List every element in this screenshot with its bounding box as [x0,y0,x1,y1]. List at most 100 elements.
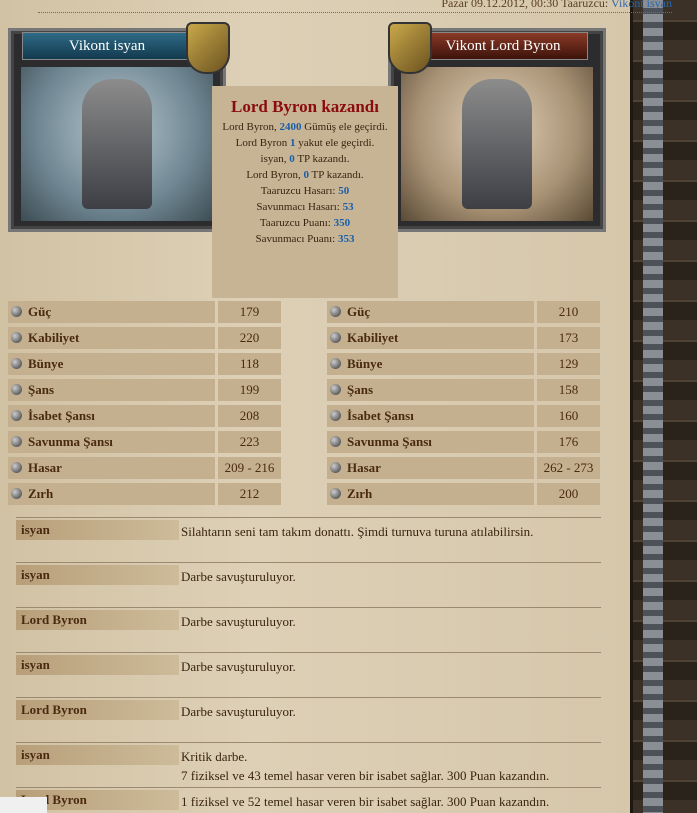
winner-title: Lord Byron kazandı [230,97,379,116]
stat-bullet-icon [330,462,341,473]
log-text: Darbe savuşturuluyor. [181,612,296,631]
log-actor: isyan [16,745,179,765]
left-fighter-name[interactable]: Vikont isyan [22,32,192,60]
text: Taaruzcu Puanı: [259,217,334,229]
log-actor: isyan [16,520,179,540]
text: Savunmacı Puanı: [255,233,338,245]
text: Silahtarın seni tam takım donattı. Şimdi… [181,524,534,539]
left-stat-label: Hasar [8,457,215,479]
stat-bullet-icon [11,332,22,343]
stat-bullet-icon [330,410,341,421]
text: Bünye [28,356,64,371]
text: Savunma Şansı [28,434,113,449]
log-entry: Lord Byron Darbe savuşturuluyor. [16,697,601,720]
left-stat-value: 212 [218,483,281,505]
text: 353 [338,233,355,245]
log-actor: isyan [16,565,179,585]
left-stat-label: Güç [8,301,215,323]
log-text: Darbe savuşturuluyor. [181,567,296,586]
left-stat-label: Kabiliyet [8,327,215,349]
text: Kritik darbe. [181,749,248,764]
left-stat-value: 209 - 216 [218,457,281,479]
text: Savunmacı Hasarı: [256,201,343,213]
text: Zırh [347,486,373,501]
log-text: Kritik darbe. 7 fiziksel ve 43 temel hasa… [181,747,549,785]
log-entry: Lord Byron Darbe savuşturuluyor. [16,607,601,630]
report-header: Pazar 09.12.2012, 00:30 Taaruzcu: Vikont… [38,0,672,13]
text: TP kazandı. [294,153,350,165]
right-stat-value: 176 [537,431,600,453]
log-entry: isyan Kritik darbe. 7 fiziksel ve 43 temel… [16,742,601,783]
text: İsabet Şansı [28,408,95,423]
stat-bullet-icon [330,488,341,499]
text: isyan, [260,153,290,165]
log-actor: Lord Byron [16,610,179,630]
text: İsabet Şansı [347,408,414,423]
left-stat-value: 118 [218,353,281,375]
text: Şans [347,382,374,397]
log-text: Darbe savuşturuluyor. [181,657,296,676]
stat-bullet-icon [330,332,341,343]
log-actor: isyan [16,655,179,675]
text: Bünye [347,356,383,371]
right-stat-value: 210 [537,301,600,323]
text: Darbe savuşturuluyor. [181,659,296,674]
stat-bullet-icon [330,306,341,317]
stat-bullet-icon [11,306,22,317]
log-entry: isyan Darbe savuşturuluyor. [16,562,601,585]
left-stat-label: Zırh [8,483,215,505]
left-stat-value: 220 [218,327,281,349]
attacker-link[interactable]: Vikont isyan [611,0,672,10]
left-stat-value: 208 [218,405,281,427]
right-stat-label: Hasar [327,457,534,479]
right-stat-label: Şans [327,379,534,401]
right-stat-value: 160 [537,405,600,427]
text: Zırh [28,486,54,501]
text: Darbe savuşturuluyor. [181,569,296,584]
stat-bullet-icon [11,384,22,395]
log-text: Darbe savuşturuluyor. [181,702,296,721]
text: Güç [347,304,371,319]
left-stat-label: Şans [8,379,215,401]
overlay-corner [0,797,47,813]
text: Şans [28,382,55,397]
left-stat-value: 179 [218,301,281,323]
text: Güç [28,304,52,319]
log-text: 1 fiziksel ve 52 temel hasar veren bir i… [181,792,549,811]
text: 53 [342,201,354,213]
log-entry: Lord Byron 1 fiziksel ve 52 temel hasar v… [16,787,601,810]
right-stat-label: Güç [327,301,534,323]
text: 350 [333,217,351,229]
text: Lord Byron [235,137,291,149]
right-stat-label: Bünye [327,353,534,375]
attacker-shield-icon [186,22,230,74]
stat-bullet-icon [11,488,22,499]
text: Taaruzcu Hasarı: [260,185,339,197]
left-stat-label: İsabet Şansı [8,405,215,427]
report-date: Pazar 09.12.2012, 00:30 [441,0,559,10]
right-stat-label: Savunma Şansı [327,431,534,453]
stat-bullet-icon [11,462,22,473]
left-stat-value: 223 [218,431,281,453]
text: 7 fiziksel ve 43 temel hasar veren bir i… [181,768,550,783]
text: 1 fiziksel ve 52 temel hasar veren bir i… [181,794,550,809]
text: Kabiliyet [347,330,399,345]
stat-bullet-icon [330,358,341,369]
stat-bullet-icon [11,410,22,421]
defender-shield-icon [388,22,432,74]
right-stat-label: İsabet Şansı [327,405,534,427]
text: 2400 [279,121,302,133]
text: Kabiliyet [28,330,80,345]
right-stat-value: 158 [537,379,600,401]
right-fighter-name[interactable]: Vikont Lord Byron [418,32,588,60]
text: 50 [338,185,350,197]
text: Lord Byron, [246,169,304,181]
knight-image [462,79,532,209]
right-stat-label: Zırh [327,483,534,505]
right-stat-label: Kabiliyet [327,327,534,349]
stone-border [630,0,697,813]
log-entry: isyan Silahtarın seni tam takım donattı. … [16,517,601,540]
text: Darbe savuşturuluyor. [181,704,296,719]
chain-decoration [643,0,663,813]
stat-bullet-icon [330,384,341,395]
